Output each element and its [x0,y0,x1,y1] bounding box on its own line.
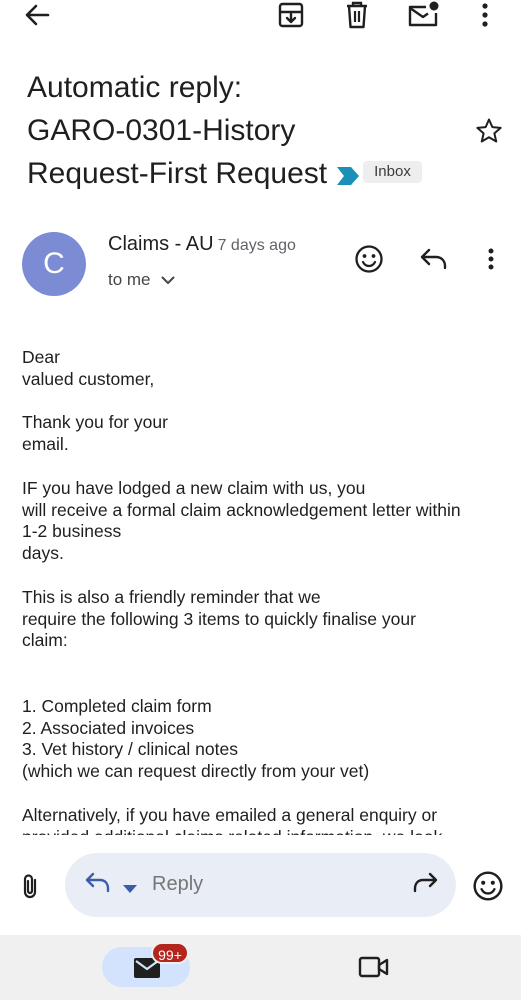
archive-icon[interactable] [273,0,309,30]
reply-bar: Reply [0,835,521,935]
bottom-navigation: 99+ [0,935,521,1000]
email-subject: Automatic reply: GARO-0301-History Reque… [27,66,467,197]
body-paragraph: IF you have lodged a new claim with us, … [22,477,461,564]
body-paragraph: Dear valued customer, [22,347,155,389]
sent-time: 7 days ago [217,237,296,254]
subject-line-2: GARO-0301-History [27,114,296,147]
mark-unread-icon[interactable] [405,0,441,30]
emoji-reaction-icon[interactable] [352,242,386,276]
emoji-icon[interactable] [472,870,504,902]
inbox-label-chip[interactable]: Inbox [363,161,422,184]
top-toolbar [0,0,521,32]
delete-icon[interactable] [339,0,375,30]
recipient-label: to me [108,270,151,289]
subject-line-3: Request-First Request [27,157,328,190]
body-paragraph: Alternatively, if you have emailed a gen… [22,804,442,835]
body-paragraph: Thank you for your email. [22,412,168,455]
body-paragraph: This is also a friendly reminder that we… [22,586,416,651]
more-vert-icon[interactable] [467,0,503,30]
avatar[interactable]: C [22,232,86,296]
reply-compose-field[interactable]: Reply [65,853,456,917]
recipient-details-toggle[interactable]: to me [108,270,175,290]
reply-mode-icon[interactable] [85,872,111,899]
unread-count-badge: 99+ [151,942,189,964]
email-body: Dear valued customer, Thank you for your… [22,347,502,835]
subject-line-1: Automatic reply: [27,71,243,104]
back-arrow-icon[interactable] [19,0,55,30]
chevron-down-icon [161,276,175,284]
reply-placeholder: Reply [152,873,204,895]
video-camera-icon[interactable] [358,955,390,984]
reply-icon[interactable] [417,242,451,276]
message-more-icon[interactable] [474,242,508,276]
attach-icon[interactable] [18,873,46,901]
star-icon[interactable] [474,116,504,146]
important-marker-icon[interactable] [337,154,360,197]
body-paragraph: 1. Completed claim form 2. Associated in… [22,695,370,782]
sender-name-line: Claims - AU 7 days ago [108,233,296,256]
caret-down-icon[interactable] [123,880,137,898]
forward-icon[interactable] [412,872,438,899]
sender-row: C Claims - AU 7 days ago to me [0,230,521,300]
sender-name[interactable]: Claims - AU [108,233,214,255]
